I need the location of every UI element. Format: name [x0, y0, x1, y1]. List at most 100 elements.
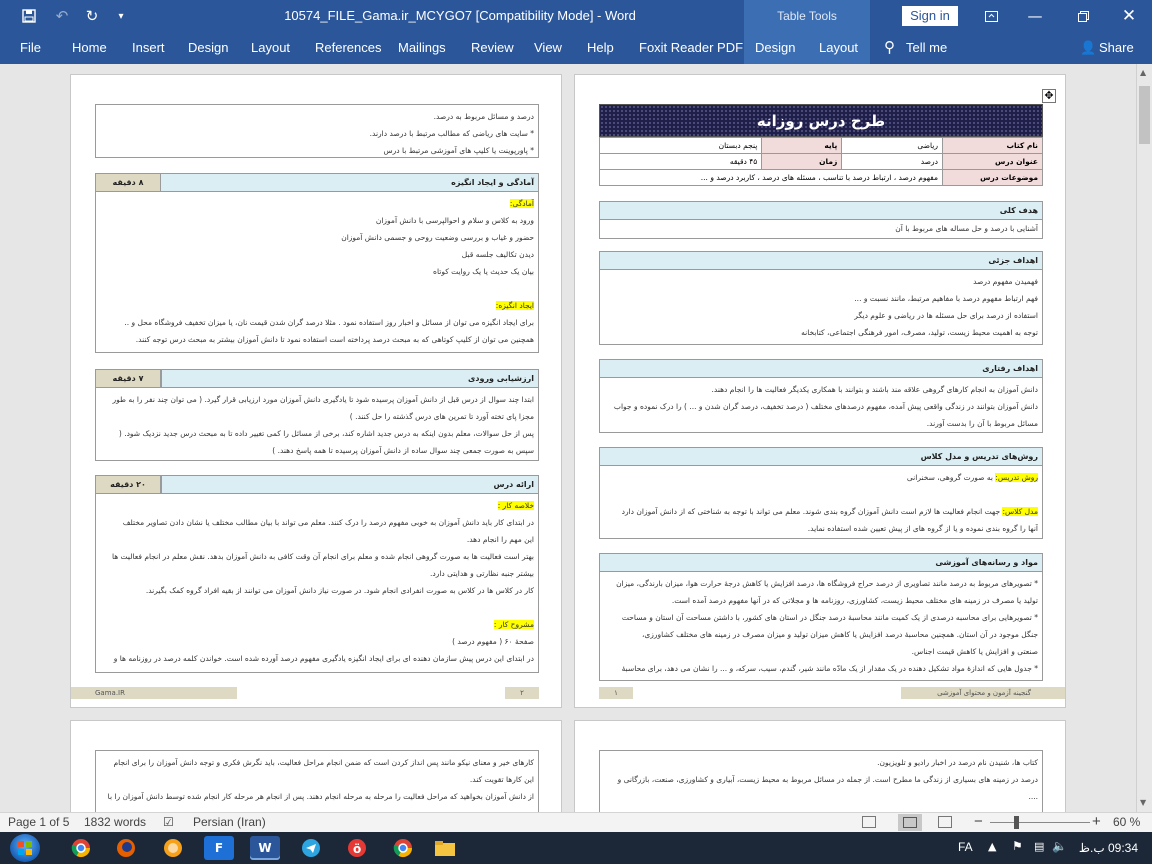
topics-label: موضوعات درس [942, 169, 1043, 186]
zoom-level[interactable]: 60 % [1113, 815, 1140, 829]
tab-layout[interactable]: Layout [251, 32, 290, 64]
restore-icon[interactable] [1072, 4, 1094, 28]
lesson-label: عنوان درس [942, 153, 1043, 170]
ribbon-display-options-icon[interactable] [980, 4, 1002, 28]
tab-design[interactable]: Design [188, 32, 228, 64]
tab-table-layout[interactable]: Layout [819, 32, 858, 64]
scroll-down-icon[interactable]: ▼ [1140, 798, 1146, 807]
page4-line: این کارها تقویت کند. [469, 775, 534, 784]
partial-line: توجه به اهمیت محیط زیست، تولید، مصرف، ام… [801, 328, 1038, 337]
proofing-icon[interactable]: ☑ [163, 815, 174, 829]
status-bar: Page 1 of 5 1832 words ☑ Persian (Iran) … [0, 812, 1152, 832]
table-move-handle-icon[interactable]: ✥ [1042, 89, 1056, 103]
start-button[interactable] [10, 834, 40, 862]
file-explorer-tile-icon[interactable]: F [204, 836, 234, 860]
page-1[interactable]: ✥ طرح درس روزانه نام کتاب ریاضی پایه پنج… [574, 74, 1066, 708]
time-value: ۴۵ دقیقه [598, 153, 763, 170]
firefox-icon[interactable] [111, 836, 141, 860]
method-text: به صورت گروهی، سخنرانی [906, 473, 996, 482]
media-line: * جدول هایی که اندازهٔ مواد تشکیل دهنده … [621, 664, 1038, 673]
chrome-2-icon[interactable] [388, 836, 418, 860]
footer-site: Gama.IR [71, 687, 237, 699]
readiness-box: آمادگی: ورود به کلاس و سلام و احوالپرسی … [95, 191, 539, 353]
time-label: زمان [761, 153, 843, 170]
app-orange-icon[interactable] [158, 836, 188, 860]
telegram-icon[interactable] [296, 836, 326, 860]
tab-file[interactable]: File [20, 32, 41, 64]
document-area[interactable]: ✥ طرح درس روزانه نام کتاب ریاضی پایه پنج… [0, 64, 1136, 812]
presentation-line: بیشتر جنبه نظارتی و هدایتی دارد. [429, 569, 534, 578]
share-button[interactable]: Share [1099, 32, 1134, 64]
clock[interactable]: 09:34 ب.ظ [1072, 841, 1138, 855]
page-3[interactable]: کتاب ها، شنیدن نام درصد در اخبار رادیو و… [574, 720, 1066, 812]
readiness-heading: آمادگی و ایجاد انگیزه [95, 173, 539, 191]
undo-icon[interactable]: ↶ [50, 4, 74, 28]
presentation-line: این مهم را انجام دهد. [466, 535, 534, 544]
word-taskbar-icon[interactable]: W [250, 836, 280, 860]
redo-icon[interactable]: ↻ [80, 4, 104, 28]
customize-toolbar-icon[interactable]: ▾ [112, 4, 130, 28]
save-icon[interactable] [18, 4, 40, 28]
windows-taskbar: F W ö FA ▲ ⚑ ▤ 🔈 09:34 ب.ظ [0, 832, 1152, 864]
flag-icon[interactable]: ⚑ [1012, 839, 1023, 853]
zoom-out-icon[interactable]: − [974, 813, 983, 830]
web-layout-icon[interactable] [938, 816, 952, 828]
zoom-in-icon[interactable]: + [1092, 813, 1101, 830]
tab-insert[interactable]: Insert [132, 32, 165, 64]
method-line: روش تدریس: به صورت گروهی، سخنرانی [604, 469, 1038, 486]
network-icon[interactable]: ▤ [1034, 840, 1044, 853]
tab-references[interactable]: References [315, 32, 381, 64]
lightbulb-icon[interactable]: ⚲ [884, 32, 895, 64]
media-cont-line: درصد و مسائل مربوط به درصد. [433, 112, 534, 121]
entry-eval-time: ۷ دقیقه [95, 369, 161, 387]
tell-me-box[interactable]: Tell me [906, 32, 947, 64]
chrome-icon[interactable] [66, 836, 96, 860]
tab-review[interactable]: Review [471, 32, 514, 64]
app-red-icon[interactable]: ö [342, 836, 372, 860]
media-cont-line: * سایت های ریاضی که مطالب مرتبط با درصد … [369, 129, 534, 138]
eval-line: ابتدا چند سوال از درس قبل از دانش آموزان… [112, 395, 534, 404]
motivation-hl-label: ایجاد انگیزه: [495, 301, 534, 310]
word-count[interactable]: 1832 words [84, 815, 146, 829]
entry-eval-box: ابتدا چند سوال از درس قبل از دانش آموزان… [95, 387, 539, 461]
minimize-icon[interactable]: — [1024, 4, 1046, 28]
tab-mailings[interactable]: Mailings [398, 32, 446, 64]
input-language[interactable]: FA [958, 840, 973, 854]
footer-brand: گنجینه آزمون و محتوای آموزشی [901, 687, 1065, 699]
tab-home[interactable]: Home [72, 32, 107, 64]
zoom-slider-track[interactable] [990, 822, 1090, 823]
language-indicator[interactable]: Persian (Iran) [193, 815, 266, 829]
entry-eval-heading: ارزشیابی ورودی [161, 369, 539, 387]
scroll-thumb[interactable] [1139, 86, 1150, 144]
behavioral-goals-box: دانش آموزان به انجام کارهای گروهی علاقه … [599, 377, 1043, 433]
plan-title: طرح درس روزانه [599, 104, 1043, 137]
scroll-up-icon[interactable]: ▲ [1140, 68, 1146, 77]
tab-foxit[interactable]: Foxit Reader PDF [639, 32, 743, 64]
page-count[interactable]: Page 1 of 5 [8, 815, 69, 829]
tab-view[interactable]: View [534, 32, 562, 64]
presentation-box: خلاصه کار : در ابتدای کار باید دانش آموز… [95, 493, 539, 673]
media-continued-box: درصد و مسائل مربوط به درصد. * سایت های ر… [95, 104, 539, 158]
sign-in-button[interactable]: Sign in [902, 6, 958, 26]
behav-line: دانش آموزان به انجام کارهای گروهی علاقه … [711, 385, 1038, 394]
media-heading: مواد و رسانه‌های آموزشی [599, 553, 1043, 571]
share-person-icon[interactable]: 👤 [1080, 32, 1096, 64]
read-mode-icon[interactable] [862, 816, 876, 828]
volume-icon[interactable]: 🔈 [1052, 839, 1067, 853]
partial-goals-box: فهمیدن مفهوم درصد فهم ارتباط مفهوم درصد … [599, 269, 1043, 345]
page-2[interactable]: درصد و مسائل مربوط به درصد. * سایت های ر… [70, 74, 562, 708]
media-line: * تصویرهای مربوط به درصد مانند تصاویری ا… [616, 579, 1038, 588]
zoom-slider-thumb[interactable] [1014, 816, 1019, 829]
class-model-hl-label: مدل کلاس: [1002, 507, 1038, 516]
topics-value: مفهوم درصد ، ارتباط درصد با تناسب ، مسئل… [599, 169, 943, 186]
page-4[interactable]: کارهای خیر و معنای نیکو مانند پس انداز ک… [70, 720, 562, 812]
folder-icon[interactable] [430, 836, 460, 860]
tray-arrow-icon[interactable]: ▲ [988, 840, 996, 853]
behav-line: دانش آموزان بتوانند در زندگی واقعی پیش آ… [613, 402, 1038, 411]
readiness-line: حضور و غیاب و بررسی وضعیت روحی و جسمی دا… [341, 233, 534, 242]
vertical-scrollbar[interactable]: ▲ ▼ [1136, 64, 1152, 812]
detail-line: در ابتدای این درس پیش سازمان دهنده ای بر… [113, 654, 534, 663]
close-icon[interactable]: ✕ [1118, 4, 1140, 28]
tab-help[interactable]: Help [587, 32, 614, 64]
tab-table-design[interactable]: Design [755, 32, 795, 64]
